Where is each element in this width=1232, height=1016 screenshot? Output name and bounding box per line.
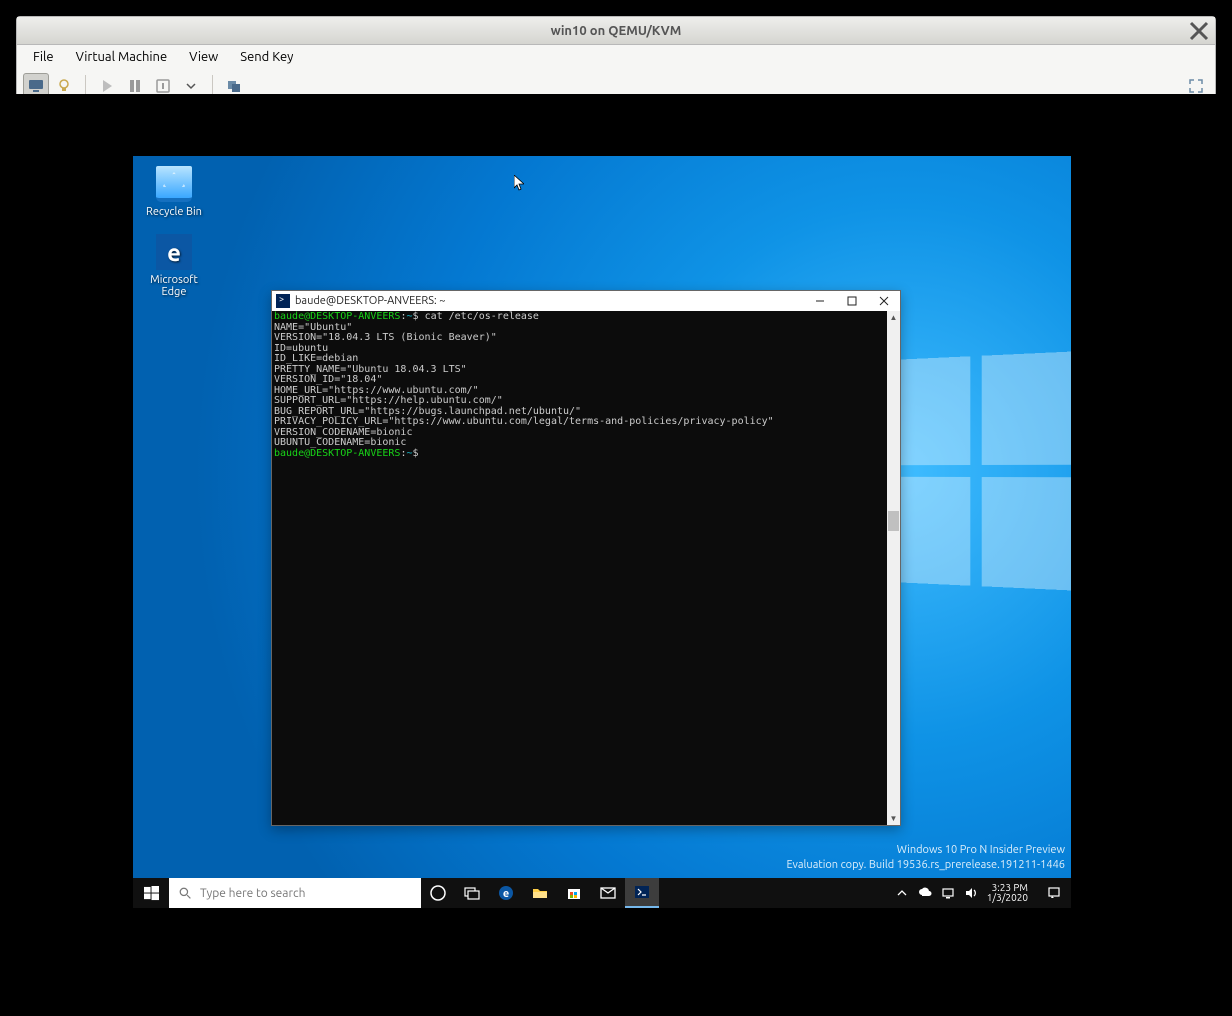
scroll-down-arrow[interactable]: ▼ <box>887 812 900 825</box>
desktop-icon-label: Recycle Bin <box>139 206 209 218</box>
menu-view[interactable]: View <box>179 48 228 66</box>
close-button[interactable] <box>1189 21 1209 41</box>
notification-icon <box>1047 886 1061 900</box>
terminal-dollar: $ <box>413 311 419 322</box>
taskbar: Type here to search e 3:23 PM 1/3/2020 <box>133 878 1071 908</box>
taskview-button[interactable] <box>455 878 489 908</box>
onedrive-icon[interactable] <box>918 886 932 900</box>
monitor-icon <box>28 78 44 94</box>
play-icon <box>99 78 115 94</box>
minimize-button[interactable] <box>804 291 836 311</box>
taskbar-search[interactable]: Type here to search <box>169 878 421 908</box>
virt-manager-titlebar[interactable]: win10 on QEMU/KVM <box>17 17 1215 45</box>
watermark-line: Windows 10 Pro N Insider Preview <box>787 843 1066 857</box>
taskbar-mail[interactable] <box>591 878 625 908</box>
windows-icon <box>144 886 159 901</box>
svg-text:e: e <box>503 888 509 900</box>
terminal-command: cat /etc/os-release <box>425 311 539 322</box>
action-center-button[interactable] <box>1041 886 1067 900</box>
powershell-icon <box>276 294 290 308</box>
terminal-window[interactable]: baude@DESKTOP-ANVEERS: ~ baude@DESKTOP-A… <box>271 290 901 826</box>
snapshot-icon <box>226 78 242 94</box>
store-icon <box>565 884 583 902</box>
pause-icon <box>127 78 143 94</box>
network-icon[interactable] <box>941 886 955 900</box>
mail-icon <box>599 884 617 902</box>
taskbar-clock[interactable]: 3:23 PM 1/3/2020 <box>987 883 1032 903</box>
menu-send-key[interactable]: Send Key <box>230 48 303 66</box>
fullscreen-icon <box>1188 78 1204 94</box>
menu-file[interactable]: File <box>23 48 64 66</box>
close-button[interactable] <box>868 291 900 311</box>
desktop-icon-recycle-bin[interactable]: Recycle Bin <box>139 166 209 218</box>
terminal-scrollbar[interactable]: ▲ ▼ <box>887 311 900 825</box>
scroll-thumb[interactable] <box>888 511 899 531</box>
terminal-prompt-user: baude@DESKTOP-ANVEERS <box>274 448 400 459</box>
watermark-line: Evaluation copy. Build 19536.rs_prerelea… <box>787 858 1066 872</box>
power-icon <box>155 78 171 94</box>
virt-manager-menubar: File Virtual Machine View Send Key <box>17 45 1215 69</box>
taskbar-explorer[interactable] <box>523 878 557 908</box>
taskbar-powershell[interactable] <box>625 878 659 908</box>
clock-date: 1/3/2020 <box>987 893 1028 903</box>
windows-watermark: Windows 10 Pro N Insider Preview Evaluat… <box>787 843 1066 872</box>
taskbar-edge[interactable]: e <box>489 878 523 908</box>
search-icon <box>179 887 192 900</box>
windows-desktop[interactable]: Recycle Bin Microsoft Edge baude@DESKTOP… <box>133 156 1071 908</box>
start-button[interactable] <box>133 878 169 908</box>
virt-manager-title: win10 on QEMU/KVM <box>551 24 682 38</box>
chevron-down-icon <box>183 78 199 94</box>
lightbulb-icon <box>56 78 72 94</box>
virt-manager-window: win10 on QEMU/KVM File Virtual Machine V… <box>16 16 1216 104</box>
folder-icon <box>531 884 549 902</box>
volume-icon[interactable] <box>964 886 978 900</box>
terminal-dollar: $ <box>413 448 419 459</box>
recycle-bin-icon <box>156 166 192 202</box>
edge-icon <box>156 234 192 270</box>
terminal-body[interactable]: baude@DESKTOP-ANVEERS:~$ cat /etc/os-rel… <box>272 311 887 825</box>
taskview-icon <box>463 884 481 902</box>
cortana-icon <box>429 884 447 902</box>
cortana-button[interactable] <box>421 878 455 908</box>
terminal-titlebar[interactable]: baude@DESKTOP-ANVEERS: ~ <box>272 291 900 311</box>
maximize-button[interactable] <box>836 291 868 311</box>
menu-virtual-machine[interactable]: Virtual Machine <box>66 48 178 66</box>
terminal-output: NAME="Ubuntu" VERSION="18.04.3 LTS (Bion… <box>274 322 774 449</box>
scroll-up-arrow[interactable]: ▲ <box>887 311 900 324</box>
taskbar-store[interactable] <box>557 878 591 908</box>
tray-chevron-up-icon[interactable] <box>895 886 909 900</box>
desktop-icon-label: Microsoft Edge <box>139 274 209 298</box>
system-tray: 3:23 PM 1/3/2020 <box>895 878 1071 908</box>
powershell-icon <box>633 883 651 901</box>
desktop-icon-edge[interactable]: Microsoft Edge <box>139 234 209 298</box>
windows-logo-backdrop <box>871 351 1071 592</box>
terminal-title: baude@DESKTOP-ANVEERS: ~ <box>295 295 445 307</box>
edge-icon: e <box>497 884 515 902</box>
search-placeholder: Type here to search <box>200 887 305 900</box>
terminal-prompt-user: baude@DESKTOP-ANVEERS <box>274 311 400 322</box>
